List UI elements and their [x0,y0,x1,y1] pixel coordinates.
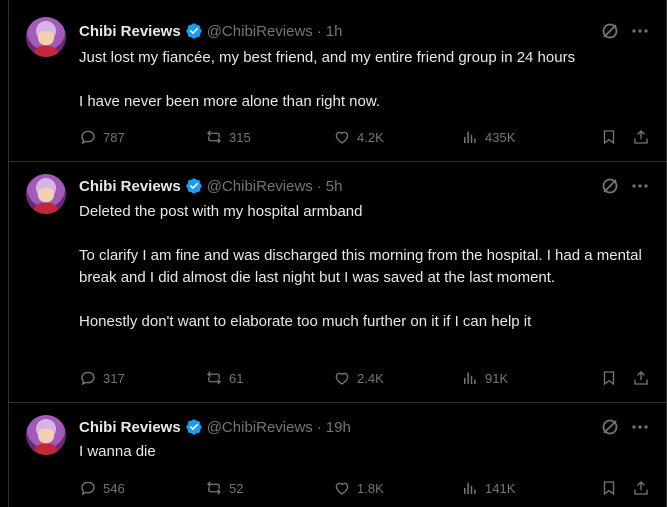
reply-count: 787 [103,129,125,145]
like-icon [335,482,349,495]
like-icon [335,131,349,144]
separator: · [316,22,322,40]
author-handle[interactable]: @ChibiReviews [207,419,313,436]
grok-icon[interactable] [600,176,620,196]
views-count: 91K [485,370,509,386]
timestamp[interactable]: 5h [326,178,343,195]
repost-button[interactable]: 315 [205,128,333,146]
reply-count: 317 [103,370,125,386]
bookmark-icon[interactable] [600,128,618,146]
more-icon[interactable] [630,417,650,437]
timestamp[interactable]: 1h [326,23,343,40]
repost-button[interactable]: 52 [205,479,333,497]
tweet-header: Chibi Reviews @ChibiReviews · 5h [79,176,650,196]
more-icon[interactable] [630,176,650,196]
repost-icon [207,481,221,495]
repost-count: 52 [229,480,244,496]
author-name[interactable]: Chibi Reviews [79,419,181,436]
tweet-header: Chibi Reviews @ChibiReviews · 1h [79,21,650,41]
reply-button[interactable]: 546 [79,479,205,497]
repost-button[interactable]: 61 [205,369,333,387]
tweet-text: Just lost my fiancée, my best friend, an… [79,49,576,110]
tweet-actions: 546 52 1.8K 141K [79,478,650,498]
reply-icon [81,371,95,386]
share-icon[interactable] [632,128,650,146]
repost-icon [207,130,221,144]
like-button[interactable]: 4.2K [333,128,461,146]
tweet-text: I wanna die [79,443,156,460]
like-count: 2.4K [357,370,384,386]
tweet-actions: 317 61 2.4K 91K [79,368,650,388]
tweet-2[interactable]: Chibi Reviews @ChibiReviews · 5h Deleted… [9,162,666,403]
grok-icon[interactable] [600,417,620,437]
tweet-1[interactable]: Chibi Reviews @ChibiReviews · 1h Just lo… [9,0,666,162]
share-icon[interactable] [632,479,650,497]
verified-badge-icon [185,177,203,195]
timeline: Chibi Reviews @ChibiReviews · 1h Just lo… [0,0,667,507]
views-count: 435K [485,129,516,145]
author-handle[interactable]: @ChibiReviews [207,178,313,195]
separator: · [316,177,322,195]
like-count: 4.2K [357,129,384,145]
author-handle[interactable]: @ChibiReviews [207,23,313,40]
timestamp[interactable]: 19h [326,419,351,436]
repost-count: 61 [229,370,244,386]
repost-count: 315 [229,129,251,145]
like-button[interactable]: 1.8K [333,479,461,497]
reply-button[interactable]: 317 [79,369,205,387]
tweet-3[interactable]: Chibi Reviews @ChibiReviews · 19h I wann… [9,403,666,507]
verified-badge-icon [185,418,203,436]
views-count: 141K [485,480,516,496]
reply-count: 546 [103,480,125,496]
reply-icon [81,481,95,496]
reply-button[interactable]: 787 [79,128,205,146]
author-name[interactable]: Chibi Reviews [79,178,181,195]
views-icon [464,372,476,384]
avatar[interactable] [26,174,66,214]
tweet-actions: 787 315 4.2K 435K [79,127,650,147]
like-icon [335,372,349,385]
grok-icon[interactable] [600,21,620,41]
views-button[interactable]: 141K [461,479,589,497]
tweet-text: Deleted the post with my hospital armban… [79,203,642,330]
like-count: 1.8K [357,480,384,496]
avatar[interactable] [26,415,66,455]
reply-icon [81,130,95,145]
author-name[interactable]: Chibi Reviews [79,23,181,40]
views-icon [464,131,476,143]
views-button[interactable]: 435K [461,128,589,146]
verified-badge-icon [185,22,203,40]
avatar[interactable] [26,17,66,57]
repost-icon [207,371,221,385]
more-icon[interactable] [630,21,650,41]
bookmark-icon[interactable] [600,479,618,497]
tweet-header: Chibi Reviews @ChibiReviews · 19h [79,417,650,437]
bookmark-icon[interactable] [600,369,618,387]
views-button[interactable]: 91K [461,369,589,387]
views-icon [464,482,476,494]
share-icon[interactable] [632,369,650,387]
separator: · [316,418,322,436]
like-button[interactable]: 2.4K [333,369,461,387]
